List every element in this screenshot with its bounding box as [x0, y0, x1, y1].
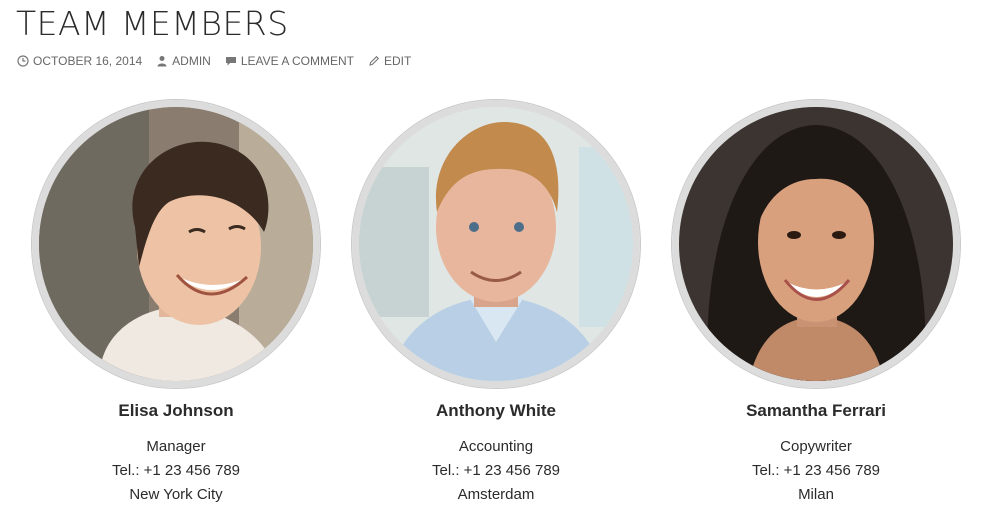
- team-member-card: Samantha Ferrari Copywriter Tel.: +1 23 …: [656, 100, 976, 507]
- member-photo-image: [359, 107, 633, 381]
- post-meta: OCTOBER 16, 2014 ADMIN LEAVE A COMMENT E…: [17, 54, 425, 68]
- user-icon: [156, 55, 168, 67]
- post-date[interactable]: OCTOBER 16, 2014: [17, 54, 142, 68]
- post-author[interactable]: ADMIN: [156, 54, 211, 68]
- team-member-card: Elisa Johnson Manager Tel.: +1 23 456 78…: [16, 100, 336, 507]
- member-role: Manager: [146, 438, 206, 455]
- pencil-icon: [368, 55, 380, 67]
- member-name: Samantha Ferrari: [746, 401, 886, 420]
- team-members-grid: Elisa Johnson Manager Tel.: +1 23 456 78…: [16, 100, 976, 507]
- member-name: Anthony White: [436, 401, 556, 420]
- comment-icon: [225, 55, 237, 67]
- edit-post[interactable]: EDIT: [368, 54, 411, 68]
- member-photo: [32, 100, 320, 388]
- team-member-card: Anthony White Accounting Tel.: +1 23 456…: [336, 100, 656, 507]
- post-author-link[interactable]: ADMIN: [172, 54, 211, 68]
- clock-icon: [17, 55, 29, 67]
- member-city: Amsterdam: [457, 486, 535, 503]
- page-title: TEAM MEMBERS: [16, 4, 289, 43]
- member-photo-image: [39, 107, 313, 381]
- member-city: Milan: [798, 486, 834, 503]
- member-name: Elisa Johnson: [118, 401, 234, 420]
- member-photo: [352, 100, 640, 388]
- member-role: Accounting: [458, 438, 534, 455]
- member-phone: Tel.: +1 23 456 789: [111, 462, 241, 479]
- member-phone: Tel.: +1 23 456 789: [431, 462, 561, 479]
- member-photo-image: [679, 107, 953, 381]
- member-city: New York City: [129, 486, 223, 503]
- member-photo: [672, 100, 960, 388]
- member-phone: Tel.: +1 23 456 789: [751, 462, 881, 479]
- member-role: Copywriter: [780, 438, 852, 455]
- leave-comment-link[interactable]: LEAVE A COMMENT: [241, 54, 354, 68]
- leave-comment[interactable]: LEAVE A COMMENT: [225, 54, 354, 68]
- post-date-link[interactable]: OCTOBER 16, 2014: [33, 54, 142, 68]
- edit-post-link[interactable]: EDIT: [384, 54, 411, 68]
